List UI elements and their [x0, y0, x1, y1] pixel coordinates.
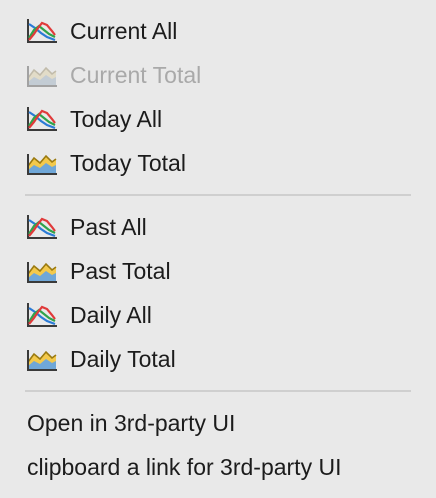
- multi-line-chart-icon: [26, 214, 58, 240]
- context-menu: Current All Current Total Today All Toda…: [0, 0, 436, 498]
- menu-item-past-all[interactable]: Past All: [0, 205, 436, 249]
- menu-item-clipboard-link[interactable]: clipboard a link for 3rd-party UI: [0, 445, 436, 489]
- menu-item-label: Past Total: [70, 257, 171, 284]
- menu-item-label: Daily All: [70, 301, 152, 328]
- menu-item-past-total[interactable]: Past Total: [0, 249, 436, 293]
- area-chart-icon: [26, 150, 58, 176]
- multi-line-chart-icon: [26, 106, 58, 132]
- menu-item-label: Today Total: [70, 149, 186, 176]
- menu-item-label: Daily Total: [70, 345, 176, 372]
- multi-line-chart-icon: [26, 302, 58, 328]
- menu-item-current-total: Current Total: [0, 53, 436, 97]
- menu-item-current-all[interactable]: Current All: [0, 9, 436, 53]
- menu-item-label: clipboard a link for 3rd-party UI: [27, 453, 342, 480]
- multi-line-chart-icon: [26, 18, 58, 44]
- menu-item-label: Past All: [70, 213, 147, 240]
- menu-item-daily-all[interactable]: Daily All: [0, 293, 436, 337]
- area-chart-icon: [26, 346, 58, 372]
- menu-item-label: Open in 3rd-party UI: [27, 409, 236, 436]
- menu-item-daily-total[interactable]: Daily Total: [0, 337, 436, 381]
- menu-item-label: Current Total: [70, 61, 202, 88]
- menu-item-today-all[interactable]: Today All: [0, 97, 436, 141]
- area-chart-icon: [26, 62, 58, 88]
- menu-item-label: Today All: [70, 105, 163, 132]
- menu-item-today-total[interactable]: Today Total: [0, 141, 436, 185]
- menu-separator: [25, 194, 411, 196]
- menu-item-label: Current All: [70, 17, 178, 44]
- menu-separator: [25, 390, 411, 392]
- menu-item-open-3rd-party-ui[interactable]: Open in 3rd-party UI: [0, 401, 436, 445]
- area-chart-icon: [26, 258, 58, 284]
